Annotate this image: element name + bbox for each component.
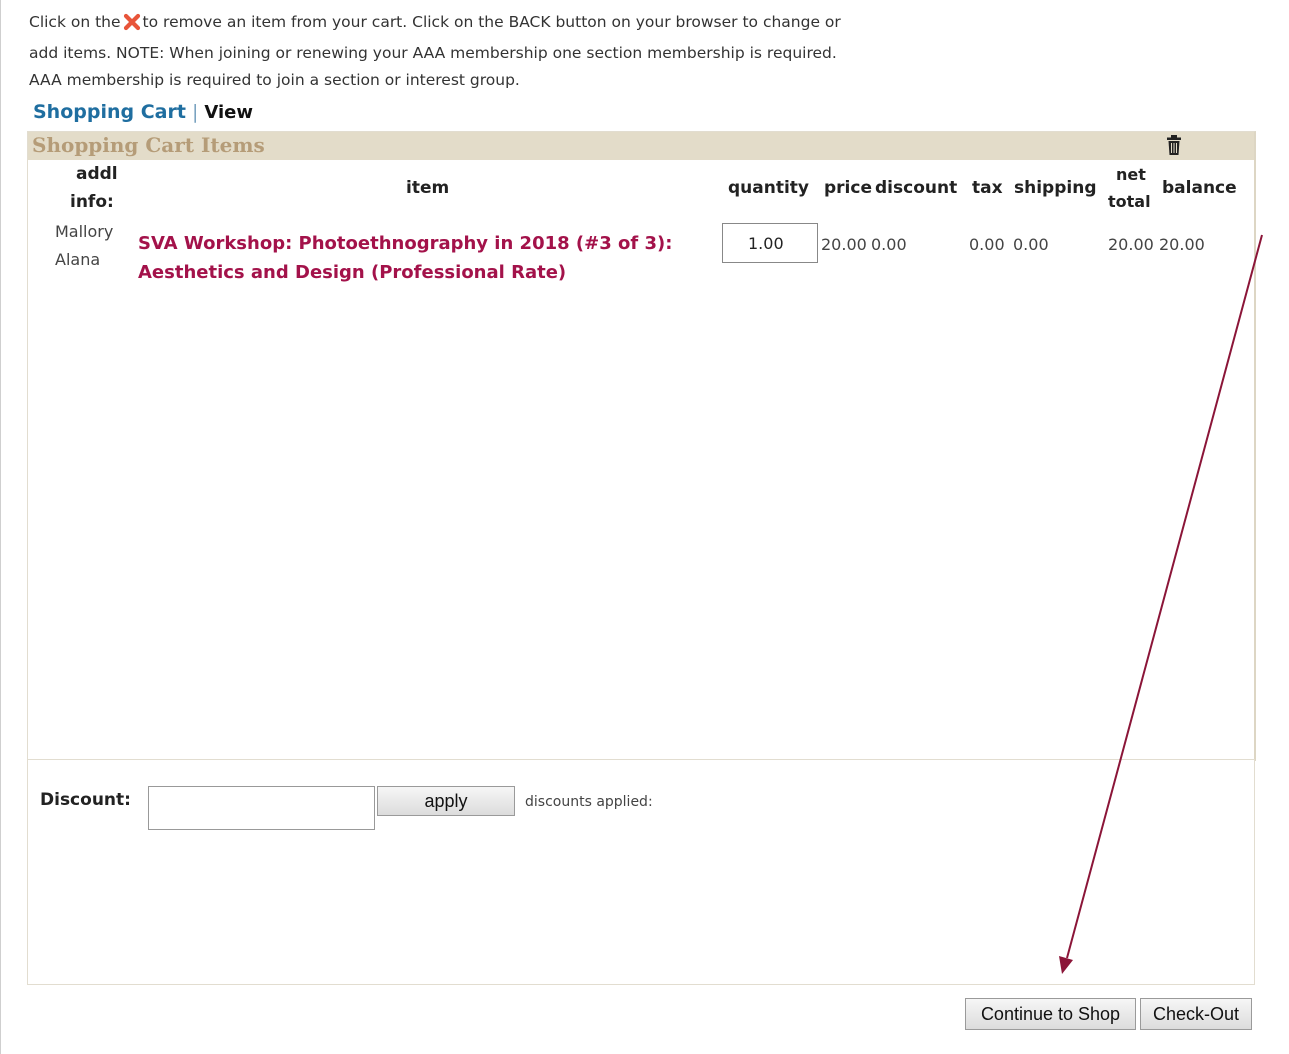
discount-code-input[interactable] xyxy=(148,786,375,830)
column-header-tax: tax xyxy=(972,178,1003,198)
trash-icon[interactable] xyxy=(1166,135,1182,159)
cart-item-link[interactable]: SVA Workshop: Photoethnography in 2018 (… xyxy=(138,229,738,287)
row-tax: 0.00 xyxy=(969,235,1005,254)
row-balance: 20.00 xyxy=(1159,235,1205,254)
apply-discount-button[interactable]: apply xyxy=(377,786,515,816)
column-header-info: info: xyxy=(70,192,114,212)
red-x-icon xyxy=(123,13,141,40)
column-header-item: item xyxy=(406,178,450,198)
row-addl-info-second: Alana xyxy=(55,250,101,269)
breadcrumb: Shopping Cart | View xyxy=(33,101,253,123)
row-net-total: 20.00 xyxy=(1108,235,1154,254)
column-header-quantity: quantity xyxy=(728,178,810,198)
quantity-input[interactable] xyxy=(722,223,818,263)
cart-item-title-line-2: Aesthetics and Design (Professional Rate… xyxy=(138,262,567,283)
column-header-addl: addl xyxy=(76,164,118,184)
breadcrumb-current-view: View xyxy=(204,102,253,123)
column-header-discount: discount xyxy=(875,178,958,198)
shopping-cart-panel: Shopping Cart Items addl info: item quan… xyxy=(27,131,1256,761)
instructions-text-start: Click on the xyxy=(29,13,121,31)
row-addl-info-first: Mallory xyxy=(55,222,114,241)
breadcrumb-shopping-cart-link[interactable]: Shopping Cart xyxy=(33,101,186,123)
discount-panel: Discount: apply discounts applied: xyxy=(27,759,1255,985)
row-price: 20.00 xyxy=(821,235,867,254)
row-shipping: 0.00 xyxy=(1013,235,1049,254)
row-discount: 0.00 xyxy=(871,235,907,254)
continue-to-shop-button[interactable]: Continue to Shop xyxy=(965,998,1136,1030)
column-header-balance: balance xyxy=(1162,178,1237,198)
breadcrumb-separator: | xyxy=(191,101,199,123)
column-header-total: total xyxy=(1108,192,1151,211)
column-header-shipping: shipping xyxy=(1014,178,1097,198)
cart-instructions: Click on the to remove an item from your … xyxy=(29,9,1089,94)
column-header-net: net xyxy=(1116,165,1146,184)
check-out-button[interactable]: Check-Out xyxy=(1140,998,1252,1030)
column-header-price: price xyxy=(824,178,872,198)
page-left-border xyxy=(0,0,1,1054)
discounts-applied-label: discounts applied: xyxy=(525,794,653,810)
cart-item-title-line-1: SVA Workshop: Photoethnography in 2018 (… xyxy=(138,233,673,254)
instructions-text-end: to remove an item from your cart. Click … xyxy=(142,13,841,31)
instructions-line-1: Click on the to remove an item from your … xyxy=(29,9,1089,40)
discount-label: Discount: xyxy=(40,790,131,810)
instructions-line-3: AAA membership is required to join a sec… xyxy=(29,71,520,89)
cart-title: Shopping Cart Items xyxy=(32,133,265,157)
instructions-line-2: add items. NOTE: When joining or renewin… xyxy=(29,44,837,62)
cart-titlebar: Shopping Cart Items xyxy=(28,132,1254,160)
